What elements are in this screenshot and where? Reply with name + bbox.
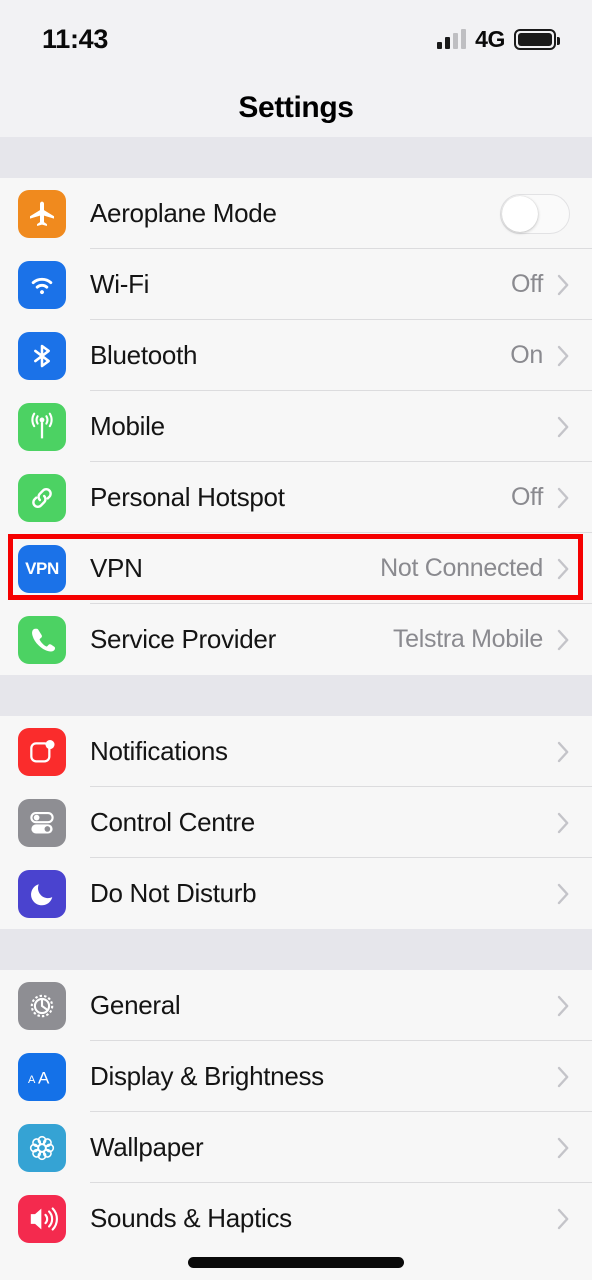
display-brightness-icon: AA bbox=[18, 1052, 66, 1101]
settings-row-value: Off bbox=[511, 483, 543, 511]
chevron-right-icon bbox=[557, 629, 570, 651]
settings-row-accessory: On bbox=[510, 341, 570, 370]
status-time: 11:43 bbox=[42, 23, 109, 54]
network-type-label: 4G bbox=[475, 25, 505, 52]
settings-row-personal-hotspot[interactable]: Personal Hotspot Off bbox=[0, 462, 592, 533]
chevron-right-icon bbox=[557, 274, 570, 296]
settings-row-label: Do Not Disturb bbox=[90, 878, 257, 908]
control-centre-icon bbox=[18, 798, 66, 847]
settings-row-accessory bbox=[557, 1066, 570, 1088]
settings-row-accessory bbox=[557, 883, 570, 905]
mobile-icon bbox=[18, 402, 66, 451]
vpn-icon: VPN bbox=[18, 544, 66, 593]
do-not-disturb-icon bbox=[18, 869, 66, 918]
svg-text:A: A bbox=[28, 1074, 36, 1086]
chevron-right-icon bbox=[557, 345, 570, 367]
chevron-right-icon bbox=[557, 812, 570, 834]
settings-row-notifications[interactable]: Notifications bbox=[0, 716, 592, 787]
chevron-right-icon bbox=[557, 416, 570, 438]
settings-list: Aeroplane Mode Wi-Fi Off Bluetooth On Mobile P… bbox=[0, 137, 592, 1254]
personal-hotspot-icon bbox=[18, 473, 66, 522]
chevron-right-icon bbox=[557, 1066, 570, 1088]
wallpaper-icon bbox=[18, 1123, 66, 1172]
group-separator bbox=[0, 929, 592, 970]
settings-group-3: General A A Display & Brightness Wallpaper So… bbox=[0, 970, 592, 1254]
aeroplane-icon bbox=[18, 189, 66, 238]
settings-row-label: Bluetooth bbox=[90, 340, 198, 370]
chevron-right-icon bbox=[557, 883, 570, 905]
settings-row-accessory bbox=[557, 995, 570, 1017]
home-indicator[interactable] bbox=[188, 1257, 404, 1268]
settings-row-value: Not Connected bbox=[380, 554, 543, 582]
group-separator bbox=[0, 137, 592, 178]
cellular-signal-icon bbox=[437, 29, 467, 49]
settings-row-display-brightness[interactable]: A A Display & Brightness bbox=[0, 1041, 592, 1112]
settings-row-label: Control Centre bbox=[90, 807, 255, 837]
settings-row-control-centre[interactable]: Control Centre bbox=[0, 787, 592, 858]
page-title: Settings bbox=[238, 90, 354, 124]
settings-group-2: Notifications Control Centre Do Not Distur… bbox=[0, 716, 592, 929]
settings-row-value: Off bbox=[511, 270, 543, 298]
settings-row-label: Service Provider bbox=[90, 624, 276, 654]
settings-row-service-provider[interactable]: Service Provider Telstra Mobile bbox=[0, 604, 592, 675]
settings-row-value: Telstra Mobile bbox=[392, 625, 543, 653]
settings-group-1: Aeroplane Mode Wi-Fi Off Bluetooth On Mobile P… bbox=[0, 178, 592, 675]
settings-row-vpn[interactable]: VPN VPN Not Connected bbox=[0, 533, 592, 604]
settings-row-label: Personal Hotspot bbox=[90, 482, 285, 512]
settings-row-label: Sounds & Haptics bbox=[90, 1203, 292, 1233]
settings-row-label: General bbox=[90, 990, 181, 1020]
wifi-icon bbox=[18, 260, 66, 309]
settings-row-label: Wi-Fi bbox=[90, 269, 150, 299]
settings-row-accessory: Not Connected bbox=[380, 554, 570, 583]
settings-screen: 11:43 4G Settings Aeroplane Mode Wi-Fi Off… bbox=[0, 0, 592, 1280]
status-bar: 11:43 4G bbox=[0, 0, 592, 78]
settings-row-accessory bbox=[557, 1208, 570, 1230]
settings-row-wallpaper[interactable]: Wallpaper bbox=[0, 1112, 592, 1183]
chevron-right-icon bbox=[557, 995, 570, 1017]
settings-row-mobile[interactable]: Mobile bbox=[0, 391, 592, 462]
battery-full-icon bbox=[514, 28, 560, 50]
chevron-right-icon bbox=[557, 1137, 570, 1159]
settings-row-accessory: Off bbox=[511, 483, 570, 512]
chevron-right-icon bbox=[557, 741, 570, 763]
settings-row-label: Mobile bbox=[90, 411, 165, 441]
chevron-right-icon bbox=[557, 487, 570, 509]
settings-row-label: Display & Brightness bbox=[90, 1061, 324, 1091]
settings-row-sounds-haptics[interactable]: Sounds & Haptics bbox=[0, 1183, 592, 1254]
settings-row-accessory bbox=[557, 741, 570, 763]
general-icon bbox=[18, 981, 66, 1030]
settings-row-accessory: Telstra Mobile bbox=[393, 625, 570, 654]
bluetooth-icon bbox=[18, 331, 66, 380]
service-provider-icon bbox=[18, 615, 66, 664]
settings-row-accessory bbox=[500, 193, 570, 234]
svg-text:A: A bbox=[38, 1068, 50, 1087]
navigation-bar: Settings bbox=[0, 78, 592, 137]
settings-row-accessory bbox=[557, 812, 570, 834]
chevron-right-icon bbox=[557, 1208, 570, 1230]
status-indicators: 4G bbox=[437, 25, 560, 53]
settings-row-bluetooth[interactable]: Bluetooth On bbox=[0, 320, 592, 391]
settings-row-accessory bbox=[557, 416, 570, 438]
settings-row-general[interactable]: General bbox=[0, 970, 592, 1041]
settings-row-label: VPN bbox=[90, 553, 143, 583]
aeroplane-mode-toggle[interactable] bbox=[500, 193, 570, 234]
settings-row-label: Wallpaper bbox=[90, 1132, 204, 1162]
chevron-right-icon bbox=[557, 558, 570, 580]
group-separator bbox=[0, 675, 592, 716]
settings-row-aeroplane-mode[interactable]: Aeroplane Mode bbox=[0, 178, 592, 249]
settings-row-accessory: Off bbox=[511, 270, 570, 299]
sounds-haptics-icon bbox=[18, 1194, 66, 1243]
settings-row-value: On bbox=[510, 341, 543, 369]
settings-row-wi-fi[interactable]: Wi-Fi Off bbox=[0, 249, 592, 320]
settings-row-accessory bbox=[557, 1137, 570, 1159]
settings-row-label: Aeroplane Mode bbox=[90, 198, 277, 228]
notifications-icon bbox=[18, 727, 66, 776]
settings-row-label: Notifications bbox=[90, 736, 228, 766]
settings-row-do-not-disturb[interactable]: Do Not Disturb bbox=[0, 858, 592, 929]
toggle-knob bbox=[502, 195, 538, 232]
